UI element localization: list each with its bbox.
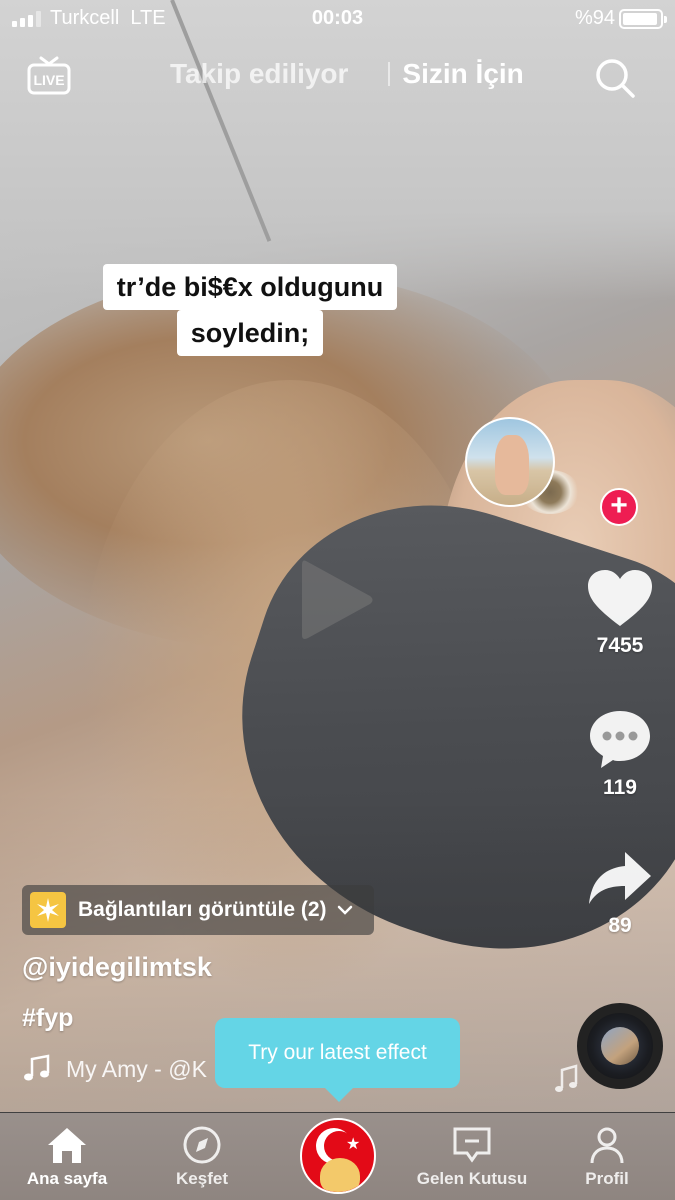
- avatar-figure: [495, 435, 529, 495]
- music-note-icon: [24, 1054, 50, 1081]
- share-count: 89: [608, 914, 632, 937]
- share-arrow-icon: [589, 852, 651, 904]
- create-button[interactable]: ★: [300, 1118, 376, 1194]
- tab-for-you[interactable]: Sizin İçin: [402, 58, 523, 90]
- flag-star-icon: ★: [346, 1136, 361, 1153]
- tab-profile[interactable]: Profil: [547, 1125, 667, 1189]
- live-tv-icon[interactable]: LIVE: [26, 54, 72, 100]
- top-nav: LIVE Takip ediliyor Sizin İçin: [0, 48, 675, 108]
- comment-icon: [590, 711, 650, 768]
- creator-avatar[interactable]: [465, 417, 555, 507]
- create-character-icon: [320, 1158, 360, 1192]
- music-notes-icon: [555, 1064, 578, 1092]
- music-ticker[interactable]: My Amy - @K: [22, 1054, 207, 1084]
- compass-icon: [183, 1126, 221, 1164]
- tab-discover[interactable]: Keşfet: [142, 1125, 262, 1189]
- comment-button[interactable]: 119: [580, 708, 660, 800]
- like-count: 7455: [596, 634, 644, 657]
- caption-line-1: tr’de bi$€x oldugunu: [102, 264, 398, 310]
- profile-icon: [590, 1127, 624, 1164]
- follow-plus-button[interactable]: +: [600, 488, 638, 526]
- sparkle-icon: [30, 892, 66, 928]
- home-icon: [48, 1128, 86, 1163]
- heart-icon: [588, 570, 652, 626]
- music-title: My Amy - @K: [66, 1055, 207, 1082]
- tab-home[interactable]: Ana sayfa: [7, 1125, 127, 1189]
- tab-inbox[interactable]: Gelen Kutusu: [412, 1125, 532, 1189]
- status-bar: Turkcell LTE 00:03 %94: [0, 0, 675, 38]
- tab-divider: [388, 62, 391, 86]
- comment-count: 119: [603, 776, 637, 799]
- view-links-label: Bağlantıları görüntüle (2): [78, 898, 327, 921]
- hashtag-link[interactable]: #fyp: [22, 1004, 73, 1033]
- creator-username[interactable]: @iyidegilimtsk: [22, 952, 212, 983]
- battery-icon: [619, 9, 667, 29]
- battery-percent: %94: [574, 7, 615, 29]
- music-disc-cover: [601, 1027, 639, 1065]
- effect-tooltip[interactable]: Try our latest effect: [215, 1018, 460, 1102]
- search-icon[interactable]: [593, 56, 637, 100]
- caption-line-2: soyledin;: [176, 310, 324, 356]
- chevron-down-icon: [337, 905, 352, 915]
- clock: 00:03: [311, 7, 364, 29]
- play-icon[interactable]: [300, 555, 376, 645]
- svg-text:LIVE: LIVE: [33, 72, 64, 88]
- share-button[interactable]: 89: [580, 848, 660, 938]
- like-button[interactable]: 7455: [580, 568, 660, 658]
- inbox-icon: [453, 1127, 491, 1163]
- video-wall: [0, 0, 675, 300]
- music-disc[interactable]: [577, 1003, 663, 1089]
- tab-following[interactable]: Takip ediliyor: [170, 58, 348, 90]
- view-links-button[interactable]: Bağlantıları görüntüle (2): [22, 885, 374, 935]
- video-caption: tr’de bi$€x oldugunu soyledin;: [0, 264, 500, 356]
